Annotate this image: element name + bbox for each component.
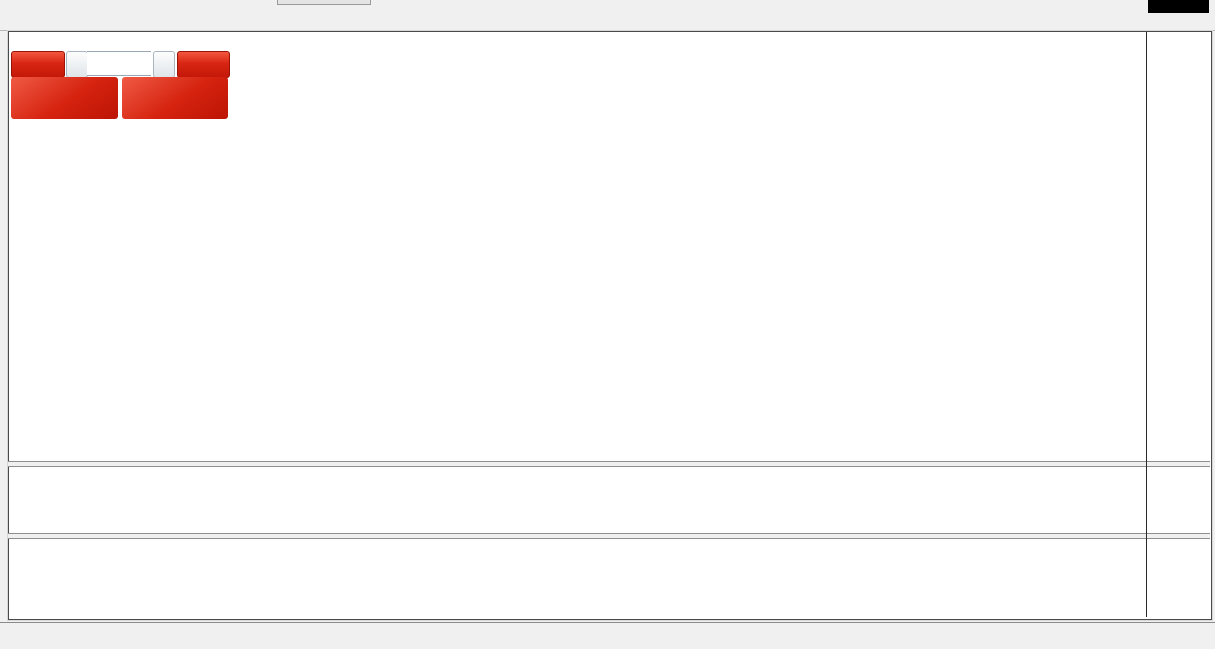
toolbar-fragment — [277, 0, 371, 5]
current-price-tag — [1148, 0, 1209, 13]
rsi-chart-canvas[interactable] — [8, 465, 1147, 533]
volume-input[interactable] — [87, 51, 151, 76]
macd-chart-canvas[interactable] — [8, 537, 1147, 597]
volume-decrease-icon[interactable] — [66, 51, 88, 78]
sell-button[interactable] — [11, 51, 65, 78]
timeframe-toolbar — [0, 0, 1215, 31]
bid-price-box[interactable] — [11, 77, 118, 119]
panel-separator-macd[interactable] — [8, 533, 1210, 539]
volume-increase-icon[interactable] — [153, 51, 175, 78]
app-background — [0, 0, 1215, 649]
chart-tab-bar — [0, 622, 1215, 649]
axis-divider — [1146, 32, 1147, 617]
buy-button[interactable] — [177, 51, 230, 78]
panel-separator-rsi[interactable] — [8, 461, 1210, 467]
ask-price-box[interactable] — [122, 77, 228, 119]
